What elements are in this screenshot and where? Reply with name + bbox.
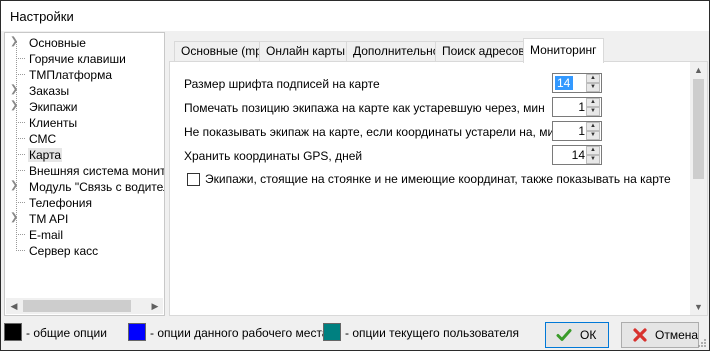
tree-item-label: Внешняя система монито xyxy=(29,164,165,178)
ok-label: ОК xyxy=(580,328,597,342)
tree-item-external-monitoring[interactable]: Внешняя система монито xyxy=(5,163,165,179)
settings-tree: ❯ Основные Горячие клавиши ТМПлатформа ❯… xyxy=(4,32,165,316)
spin-down-icon[interactable]: ▼ xyxy=(586,107,600,116)
title-bar[interactable]: Настройки xyxy=(1,1,709,31)
legend-user-label: - опции текущего пользователя xyxy=(345,326,520,340)
keep-gps-label: Хранить координаты GPS, дней xyxy=(184,149,363,163)
expand-arrow-icon[interactable]: ❯ xyxy=(10,212,20,224)
tree-dots xyxy=(16,154,25,155)
legend-swatch-black xyxy=(4,323,22,341)
tree-dots xyxy=(16,138,25,139)
tree-dots xyxy=(16,58,25,59)
keep-gps-spinner[interactable]: 14 ▲ ▼ xyxy=(552,145,602,165)
font-size-value[interactable]: 14 xyxy=(555,76,573,90)
tree-item-map[interactable]: Карта xyxy=(5,147,163,163)
tree-item-sms[interactable]: СМС xyxy=(5,131,163,147)
hide-crew-label: Не показывать экипаж на карте, если коор… xyxy=(184,125,561,139)
legend-common-label: - общие опции xyxy=(26,326,107,340)
tree-item-label: ТМПлатформа xyxy=(29,68,113,82)
legend-swatch-teal xyxy=(323,323,341,341)
tree-item-tm-api[interactable]: ❯ TM API xyxy=(5,211,163,227)
tree-dots xyxy=(16,234,25,235)
scroll-right-icon[interactable]: ▶ xyxy=(147,298,163,314)
tree-item-label: Горячие клавиши xyxy=(29,52,126,66)
font-size-spinner[interactable]: 14 ▲ ▼ xyxy=(552,73,602,93)
spin-up-icon[interactable]: ▲ xyxy=(586,146,600,155)
keep-gps-value[interactable]: 14 xyxy=(555,148,585,162)
scroll-down-icon[interactable]: ▼ xyxy=(690,299,707,315)
spin-up-icon[interactable]: ▲ xyxy=(586,74,600,83)
spin-up-icon[interactable]: ▲ xyxy=(586,98,600,107)
panel-vertical-scrollbar[interactable]: ▲ ▼ xyxy=(690,62,707,315)
tab-container: Основные (mp) Онлайн карты Дополнительно… xyxy=(169,32,708,316)
tab-additional[interactable]: Дополнительно xyxy=(346,41,447,62)
tree-item-crews[interactable]: ❯ Экипажи xyxy=(5,99,163,115)
tree-item-orders[interactable]: ❯ Заказы xyxy=(5,83,163,99)
tree-item-label: Телефония xyxy=(29,196,92,210)
legend-workplace-label: - опции данного рабочего места xyxy=(150,326,329,340)
tree-item-label: Модуль "Связь с водителя xyxy=(29,180,165,194)
hide-crew-value[interactable]: 1 xyxy=(555,124,585,138)
tree-item-cash-server[interactable]: Сервер касс xyxy=(5,243,163,259)
show-parked-checkbox[interactable] xyxy=(187,173,200,186)
legend-user: - опции текущего пользователя xyxy=(323,323,523,343)
tree-dots xyxy=(16,74,25,75)
expand-arrow-icon[interactable]: ❯ xyxy=(10,100,20,112)
window-title: Настройки xyxy=(10,9,74,24)
tree-item-label: Карта xyxy=(28,148,63,162)
spin-down-icon[interactable]: ▼ xyxy=(586,83,600,92)
tree-item-label: Сервер касс xyxy=(29,244,99,258)
scroll-up-icon[interactable]: ▲ xyxy=(690,62,707,78)
tab-monitoring[interactable]: Мониторинг xyxy=(523,38,604,63)
tree-item-tmplatform[interactable]: ТМПлатформа xyxy=(5,67,163,83)
mark-outdated-value[interactable]: 1 xyxy=(555,100,585,114)
spin-down-icon[interactable]: ▼ xyxy=(586,155,600,164)
tree-item-driver-link-module[interactable]: ❯ Модуль "Связь с водителя xyxy=(5,179,165,195)
tree-item-hotkeys[interactable]: Горячие клавиши xyxy=(5,51,163,67)
font-size-label: Размер шрифта подписей на карте xyxy=(184,77,380,91)
settings-window: Настройки ❯ Основные Горячие клавиши ТМП… xyxy=(0,0,710,351)
tree-item-label: Заказы xyxy=(29,84,70,98)
tree-dots xyxy=(16,202,25,203)
hide-crew-spinner[interactable]: 1 ▲ ▼ xyxy=(552,121,602,141)
tree-dots xyxy=(16,170,25,171)
tree-item-label: E-mail xyxy=(29,228,64,242)
expand-arrow-icon[interactable]: ❯ xyxy=(10,84,20,96)
tab-address-search[interactable]: Поиск адресов xyxy=(435,41,532,62)
mark-outdated-label: Помечать позицию экипажа на карте как ус… xyxy=(184,101,545,115)
tree-item-label: Основные xyxy=(29,36,86,50)
monitoring-panel: Размер шрифта подписей на карте 14 ▲ ▼ П… xyxy=(169,61,708,316)
legend-workplace: - опции данного рабочего места xyxy=(128,323,328,343)
tab-online-maps[interactable]: Онлайн карты xyxy=(259,41,353,62)
scrollbar-thumb[interactable] xyxy=(693,79,704,179)
cancel-button[interactable]: Отмена xyxy=(621,322,699,348)
tree-item-email[interactable]: E-mail xyxy=(5,227,163,243)
tree-item-clients[interactable]: Клиенты xyxy=(5,115,163,131)
scrollbar-thumb[interactable] xyxy=(23,300,131,312)
mark-outdated-spinner[interactable]: 1 ▲ ▼ xyxy=(552,97,602,117)
tree-item-label: Экипажи xyxy=(29,100,78,114)
spin-down-icon[interactable]: ▼ xyxy=(586,131,600,140)
resize-grip-icon[interactable] xyxy=(697,338,707,348)
show-parked-label[interactable]: Экипажи, стоящие на стоянке и не имеющие… xyxy=(205,172,671,186)
check-icon xyxy=(556,329,572,341)
tree-dots xyxy=(16,250,25,251)
tree-item-osnovnye[interactable]: ❯ Основные xyxy=(5,35,163,51)
close-x-icon xyxy=(633,328,647,342)
ok-button[interactable]: ОК xyxy=(545,322,609,348)
cancel-label: Отмена xyxy=(655,328,699,342)
tree-item-label: TM API xyxy=(29,212,69,226)
tree-item-label: Клиенты xyxy=(29,116,78,130)
tree-item-telephony[interactable]: Телефония xyxy=(5,195,163,211)
tree-item-label: СМС xyxy=(29,132,57,146)
tree-horizontal-scrollbar[interactable]: ◀ ▶ xyxy=(6,298,163,314)
spin-up-icon[interactable]: ▲ xyxy=(586,122,600,131)
expand-arrow-icon[interactable]: ❯ xyxy=(10,180,20,192)
scroll-left-icon[interactable]: ◀ xyxy=(6,298,22,314)
expand-arrow-icon[interactable]: ❯ xyxy=(10,36,20,48)
legend-common: - общие опции xyxy=(4,323,144,343)
legend-swatch-blue xyxy=(128,323,146,341)
tree-dots xyxy=(16,122,25,123)
